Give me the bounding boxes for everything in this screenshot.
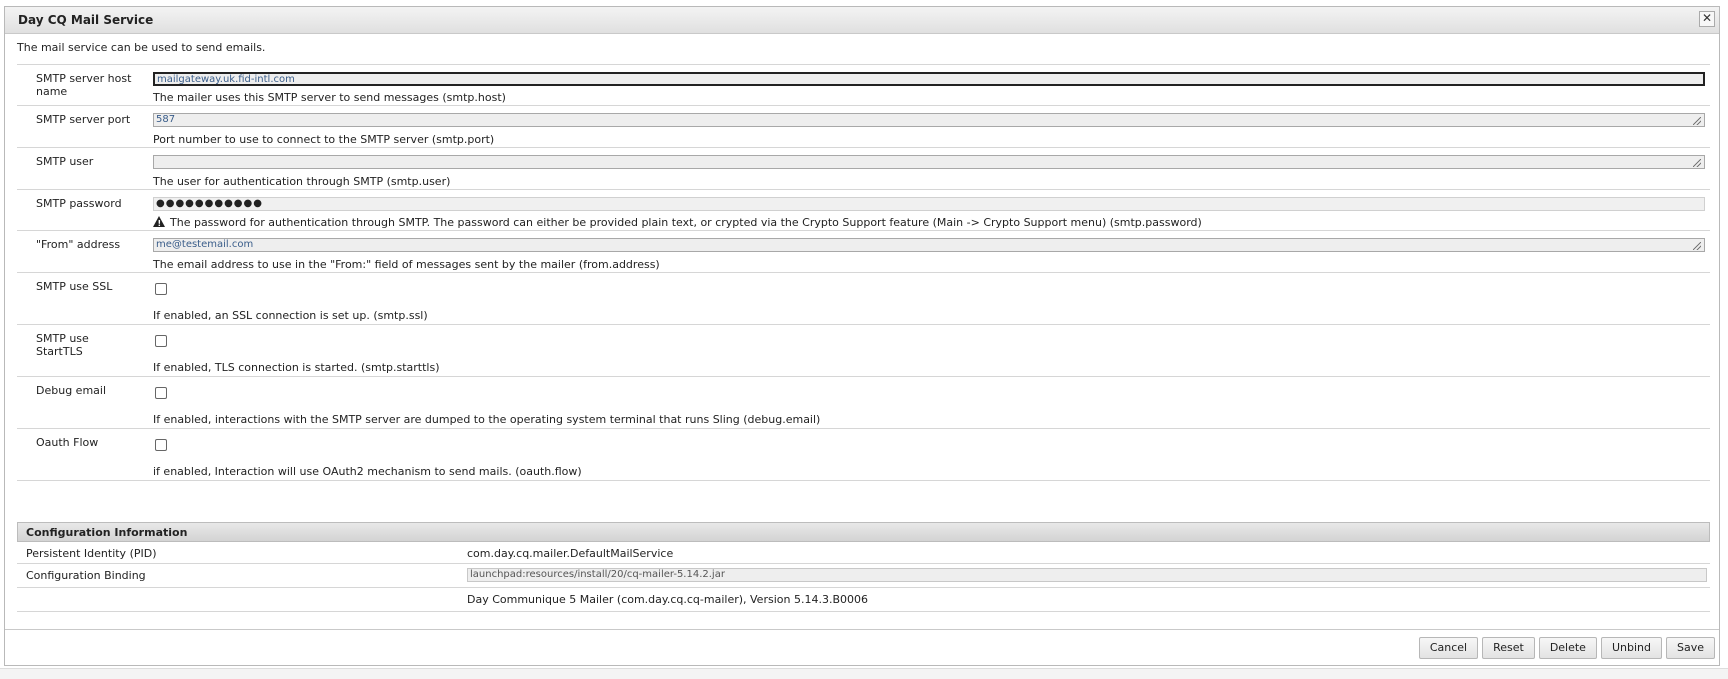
smtp-host-input[interactable]: mailgateway.uk.fid-intl.com: [153, 72, 1705, 86]
smtp-user-help: The user for authentication through SMTP…: [153, 175, 451, 188]
row-smtp-password: SMTP password ●●●●●●●●●●● The password f…: [17, 190, 1710, 231]
from-address-help: The email address to use in the "From:" …: [153, 258, 660, 271]
smtp-ssl-checkbox[interactable]: [155, 283, 167, 295]
save-button[interactable]: Save: [1665, 637, 1715, 659]
oauth-flow-help: if enabled, Interaction will use OAuth2 …: [153, 465, 582, 478]
from-address-input[interactable]: me@testemail.com: [153, 238, 1705, 252]
dialog-description: The mail service can be used to send ema…: [17, 41, 266, 54]
smtp-user-label: SMTP user: [36, 155, 94, 168]
oauth-flow-label: Oauth Flow: [36, 436, 99, 449]
resize-grip-icon[interactable]: [1693, 159, 1701, 167]
smtp-ssl-label: SMTP use SSL: [36, 280, 113, 293]
smtp-starttls-help: If enabled, TLS connection is started. (…: [153, 361, 440, 374]
smtp-starttls-checkbox[interactable]: [155, 335, 167, 347]
row-smtp-port: SMTP server port 587 Port number to use …: [17, 106, 1710, 148]
row-smtp-host: SMTP server host name mailgateway.uk.fid…: [17, 65, 1710, 106]
smtp-host-help: The mailer uses this SMTP server to send…: [153, 91, 506, 104]
debug-email-checkbox[interactable]: [155, 387, 167, 399]
pid-value: com.day.cq.mailer.DefaultMailService: [467, 547, 674, 560]
from-address-label: "From" address: [36, 238, 121, 251]
from-address-value: me@testemail.com: [156, 239, 254, 250]
row-oauth-flow: Oauth Flow if enabled, Interaction will …: [17, 429, 1710, 481]
smtp-port-input[interactable]: 587: [153, 113, 1705, 127]
dialog-title: Day CQ Mail Service: [18, 13, 154, 27]
warning-icon: [153, 216, 165, 230]
smtp-host-label: SMTP server host name: [36, 72, 132, 98]
config-form: SMTP server host name mailgateway.uk.fid…: [17, 64, 1710, 481]
config-info-header: Configuration Information: [17, 522, 1710, 542]
debug-email-label: Debug email: [36, 384, 107, 397]
footer-divider: [5, 629, 1719, 630]
binding-field[interactable]: launchpad:resources/install/20/cq-mailer…: [467, 568, 1707, 582]
row-debug-email: Debug email If enabled, interactions wit…: [17, 377, 1710, 429]
mail-service-dialog: Day CQ Mail Service ✕ The mail service c…: [4, 6, 1720, 666]
row-smtp-user: SMTP user The user for authentication th…: [17, 148, 1710, 190]
pid-row: Persistent Identity (PID) com.day.cq.mai…: [17, 542, 1710, 564]
row-smtp-ssl: SMTP use SSL If enabled, an SSL connecti…: [17, 273, 1710, 325]
resize-grip-icon[interactable]: [1693, 117, 1701, 125]
smtp-password-input[interactable]: ●●●●●●●●●●●: [153, 197, 1705, 211]
pid-label: Persistent Identity (PID): [26, 547, 157, 560]
smtp-port-value: 587: [156, 114, 176, 125]
dialog-titlebar[interactable]: Day CQ Mail Service ✕: [5, 7, 1719, 34]
binding-label: Configuration Binding: [26, 569, 146, 582]
smtp-user-input[interactable]: [153, 155, 1705, 169]
reset-button[interactable]: Reset: [1482, 637, 1535, 659]
smtp-password-label: SMTP password: [36, 197, 122, 210]
bundle-row: Day Communique 5 Mailer (com.day.cq.cq-m…: [17, 588, 1710, 612]
dialog-buttons: Cancel Reset Delete Unbind Save: [1418, 637, 1715, 659]
debug-email-help: If enabled, interactions with the SMTP s…: [153, 413, 821, 426]
config-info-title: Configuration Information: [26, 526, 188, 539]
binding-row: Configuration Binding launchpad:resource…: [17, 564, 1710, 588]
smtp-port-help: Port number to use to connect to the SMT…: [153, 133, 495, 146]
delete-button[interactable]: Delete: [1538, 637, 1597, 659]
resize-grip-icon[interactable]: [1693, 242, 1701, 250]
unbind-button[interactable]: Unbind: [1600, 637, 1662, 659]
smtp-password-help: The password for authentication through …: [153, 216, 1202, 230]
smtp-starttls-label: SMTP use StartTLS: [36, 332, 89, 358]
row-smtp-starttls: SMTP use StartTLS If enabled, TLS connec…: [17, 325, 1710, 377]
smtp-ssl-help: If enabled, an SSL connection is set up.…: [153, 309, 428, 322]
close-icon[interactable]: ✕: [1699, 11, 1715, 27]
row-from-address: "From" address me@testemail.com The emai…: [17, 231, 1710, 273]
smtp-password-help-text: The password for authentication through …: [170, 216, 1202, 229]
oauth-flow-checkbox[interactable]: [155, 439, 167, 451]
background-list-strip: [0, 668, 1728, 679]
bundle-info: Day Communique 5 Mailer (com.day.cq.cq-m…: [467, 593, 868, 606]
cancel-button[interactable]: Cancel: [1418, 637, 1479, 659]
smtp-port-label: SMTP server port: [36, 113, 131, 126]
